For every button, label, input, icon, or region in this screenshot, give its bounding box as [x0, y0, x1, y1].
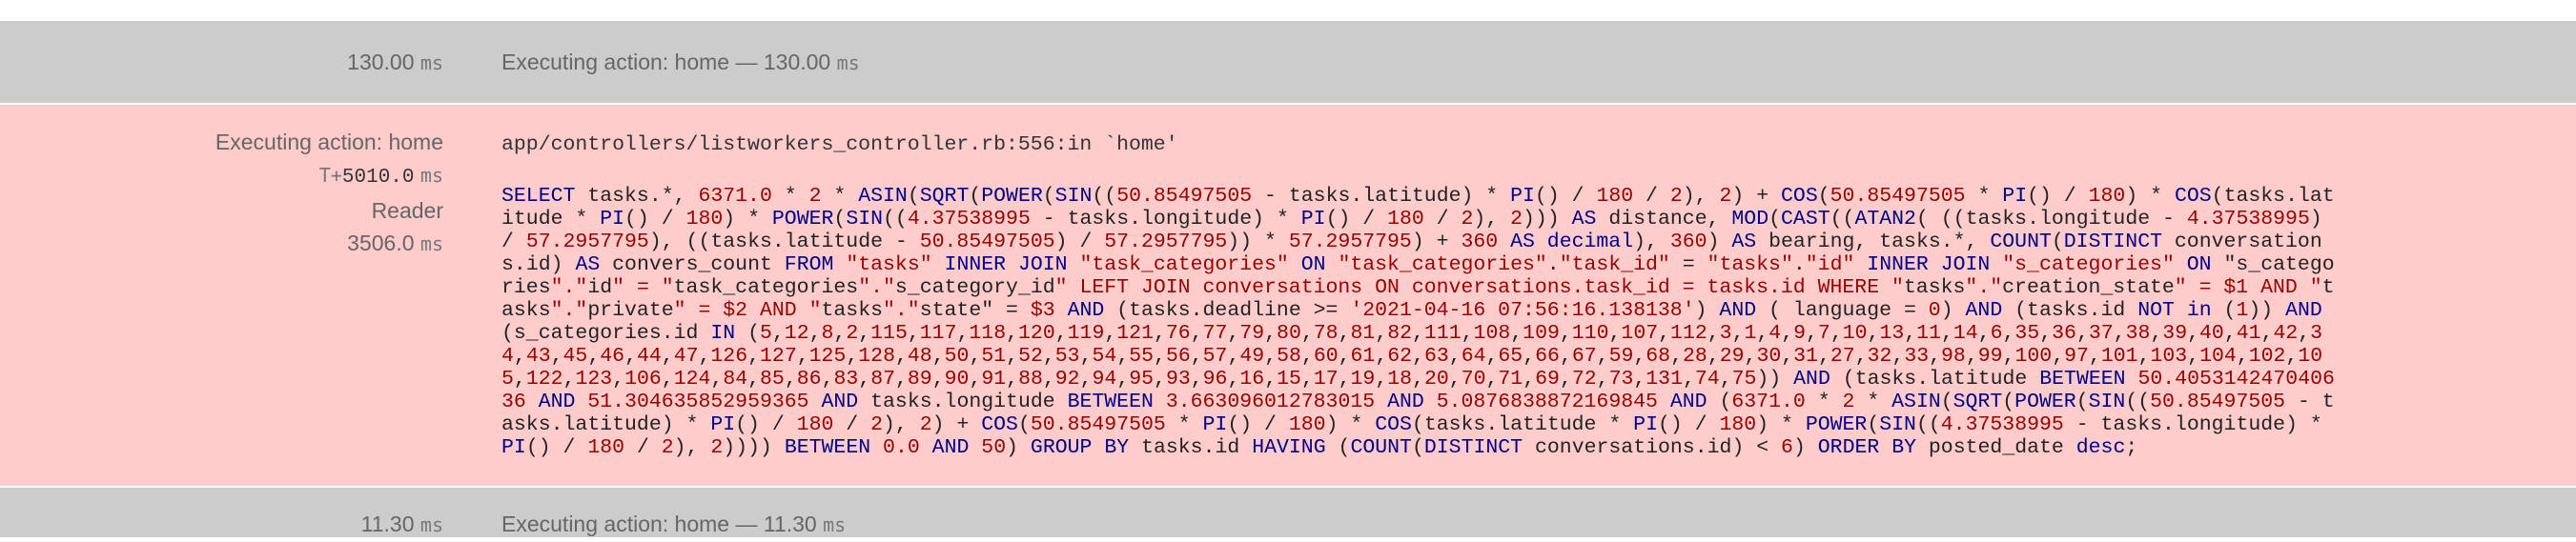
query-offset: T+5010.0 ms — [215, 158, 443, 194]
row-duration: 130.00 ms — [347, 45, 443, 80]
query-detail-row[interactable]: Executing action: home T+5010.0 ms Reade… — [0, 105, 2576, 486]
row-label: Executing action: home — 11.30 ms — [501, 507, 846, 542]
row-label-unit: ms — [836, 51, 860, 74]
query-backtrace: app/controllers/listworkers_controller.r… — [501, 133, 1178, 156]
row-label-text: Executing action: home — 130.00 — [501, 50, 831, 74]
row-duration: 11.30 ms — [361, 507, 443, 542]
timeline-row-action-11[interactable]: 11.30 ms Executing action: home — 11.30 … — [0, 488, 2576, 537]
row-duration-value: 11.30 — [360, 512, 415, 536]
sql-query: SELECT tasks.*, 6371.0 * 2 * ASIN(SQRT(P… — [501, 185, 2335, 459]
row-duration-unit: ms — [419, 51, 443, 74]
query-duration-unit: ms — [419, 232, 443, 255]
query-meta: Executing action: home T+5010.0 ms Reade… — [215, 126, 443, 260]
query-offset-value: 5010.0 — [341, 167, 415, 189]
row-label-unit: ms — [823, 513, 847, 536]
query-offset-prefix: T+ — [318, 164, 342, 187]
row-duration-unit: ms — [419, 513, 443, 536]
row-label: Executing action: home — 130.00 ms — [501, 45, 860, 80]
timeline-row-action-130[interactable]: 130.00 ms Executing action: home — 130.0… — [0, 21, 2576, 103]
row-duration-value: 130.00 — [347, 50, 415, 74]
query-action-title: Executing action: home — [215, 130, 443, 154]
query-offset-unit: ms — [419, 164, 443, 187]
query-duration: 3506.0 ms — [215, 227, 443, 260]
row-label-text: Executing action: home — 11.30 — [501, 512, 817, 536]
query-duration-value: 3506.0 — [347, 231, 415, 255]
query-db-role: Reader — [371, 198, 443, 223]
